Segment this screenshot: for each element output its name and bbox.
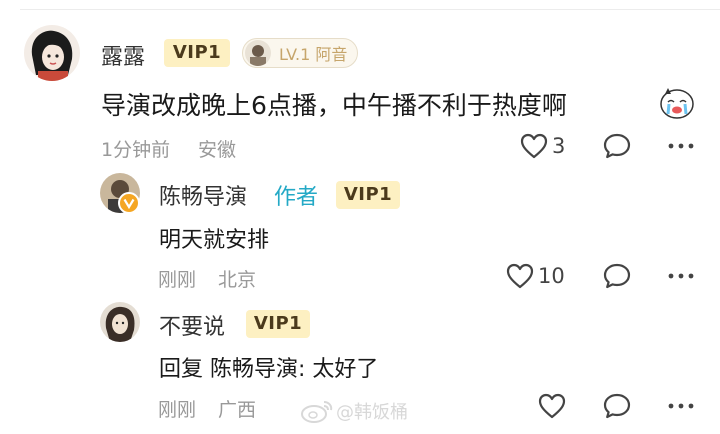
reply-location: 北京 bbox=[218, 269, 257, 291]
more-options-button[interactable] bbox=[668, 143, 694, 149]
like-button[interactable]: 3 bbox=[520, 133, 565, 159]
reply-button[interactable] bbox=[603, 263, 631, 289]
comment-bubble-icon bbox=[603, 133, 631, 159]
like-button[interactable] bbox=[538, 393, 570, 419]
reply-username[interactable]: 陈畅导演 bbox=[159, 179, 247, 211]
reply-text: 回复 陈畅导演: 太好了 bbox=[159, 357, 379, 382]
fan-badge-text: LV.1 阿音 bbox=[279, 45, 348, 64]
heart-icon bbox=[520, 133, 548, 159]
like-count: 3 bbox=[552, 134, 566, 158]
watermark-text: @韩饭桶 bbox=[336, 402, 408, 423]
reply-text: 明天就安排 bbox=[159, 228, 270, 253]
username[interactable]: 露露 bbox=[101, 39, 145, 71]
reply-time: 刚刚 bbox=[158, 399, 197, 421]
comment-bubble-icon bbox=[603, 263, 631, 289]
comment-time: 1分钟前 bbox=[101, 139, 171, 161]
reply-avatar[interactable] bbox=[100, 302, 140, 342]
author-tag: 作者 bbox=[274, 185, 319, 210]
reply-button[interactable] bbox=[603, 393, 631, 419]
reply-time: 刚刚 bbox=[158, 269, 197, 291]
heart-icon bbox=[538, 393, 566, 419]
top-divider bbox=[20, 9, 720, 10]
more-options-button[interactable] bbox=[668, 273, 694, 279]
weibo-watermark: @韩饭桶 bbox=[300, 398, 408, 424]
reply-button[interactable] bbox=[603, 133, 631, 159]
weibo-logo-icon bbox=[301, 401, 333, 423]
user-avatar[interactable] bbox=[24, 25, 80, 81]
like-button[interactable]: 10 bbox=[506, 263, 565, 289]
heart-icon bbox=[506, 263, 534, 289]
comment-bubble-icon bbox=[603, 393, 631, 419]
more-options-button[interactable] bbox=[668, 403, 694, 409]
verified-v-icon bbox=[118, 192, 140, 214]
fan-badge-avatar bbox=[245, 40, 271, 66]
vip-badge: VIP1 bbox=[246, 310, 310, 338]
more-dots-icon bbox=[668, 403, 694, 409]
like-count: 10 bbox=[538, 264, 565, 288]
comment-location: 安徽 bbox=[198, 139, 237, 161]
reply-location: 广西 bbox=[218, 399, 257, 421]
more-dots-icon bbox=[668, 143, 694, 149]
fan-level-badge[interactable]: LV.1 阿音 bbox=[242, 38, 359, 68]
comment-text: 导演改成晚上6点播，中午播不利于热度啊 bbox=[101, 91, 567, 120]
vip-badge: VIP1 bbox=[164, 39, 230, 67]
more-dots-icon bbox=[668, 273, 694, 279]
vip-badge: VIP1 bbox=[336, 181, 400, 209]
crying-face-emoji-icon bbox=[659, 84, 695, 120]
reply-username[interactable]: 不要说 bbox=[159, 309, 225, 341]
